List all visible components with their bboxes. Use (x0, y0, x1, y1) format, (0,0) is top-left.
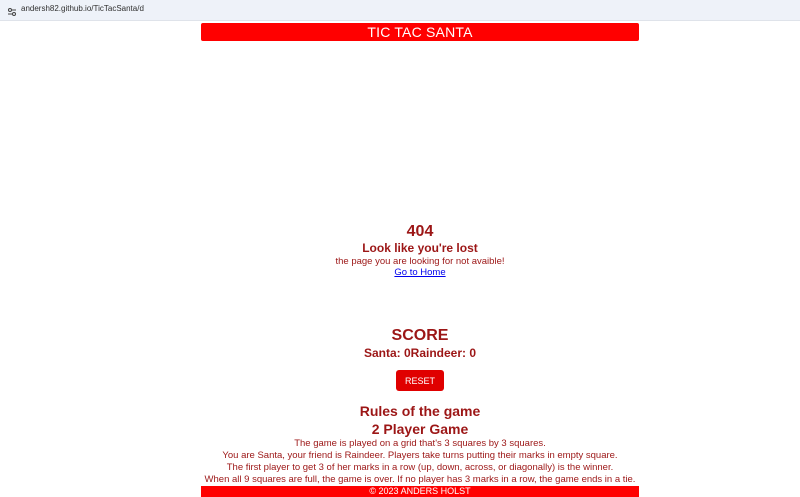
rules-line: When all 9 squares are full, the game is… (204, 474, 636, 485)
url-text[interactable]: andersh82.github.io/TicTacSanta/d (21, 4, 144, 13)
score-title: SCORE (391, 327, 449, 344)
rules-line: The first player to get 3 of her marks i… (226, 462, 614, 473)
score-values: Santa: 0Raindeer: 0 (363, 346, 477, 360)
rules-line: You are Santa, your friend is Raindeer. … (222, 450, 618, 461)
reset-button[interactable]: RESET (396, 370, 444, 391)
error-message: the page you are looking for not avaible… (335, 256, 505, 267)
rules-subtitle: 2 Player Game (371, 421, 469, 437)
rules-line: The game is played on a grid that's 3 sq… (294, 438, 546, 449)
page-footer: © 2023 ANDERS HOLST (201, 486, 639, 497)
error-title: Look like you're lost (362, 241, 478, 255)
browser-address-bar[interactable]: andersh82.github.io/TicTacSanta/d (0, 0, 800, 21)
page-header-title: TIC TAC SANTA (201, 23, 639, 41)
error-code: 404 (406, 223, 434, 240)
home-link-container: Go to Home (200, 267, 640, 278)
rules-title: Rules of the game (359, 403, 481, 419)
rules-text: The game is played on a grid that's 3 sq… (160, 438, 680, 486)
site-settings-icon[interactable] (6, 5, 18, 17)
go-to-home-link[interactable]: Go to Home (394, 267, 445, 278)
